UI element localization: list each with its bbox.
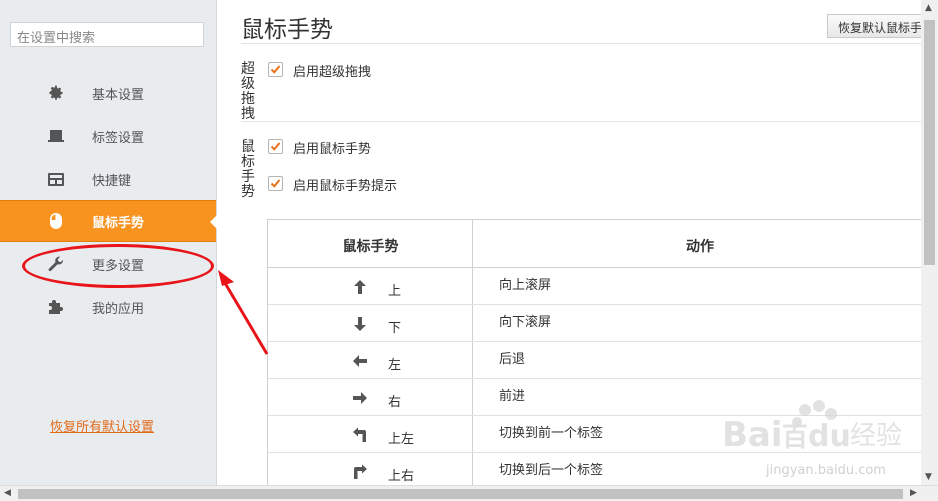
gesture-direction: 上右 (388, 469, 415, 484)
vertical-scrollbar-thumb[interactable] (924, 20, 935, 265)
gesture-direction: 右 (388, 395, 402, 410)
scroll-right-arrow-icon[interactable]: ▶ (910, 488, 917, 498)
divider (241, 121, 921, 122)
svg-text:经验: 经验 (850, 421, 902, 451)
gesture-action: 前进 (499, 389, 526, 404)
gesture-direction: 上 (388, 284, 402, 299)
gesture-direction: 上左 (388, 432, 415, 447)
divider (241, 43, 921, 44)
svg-text:Bai: Bai (722, 415, 783, 455)
settings-sidebar: 在设置中搜索 基本设置 标签设置 快捷键 鼠标手势 更多设置 我的应用 恢复所有… (0, 0, 217, 485)
gesture-action: 切换到后一个标签 (499, 463, 604, 478)
svg-text:百: 百 (782, 423, 808, 453)
section-label-mouse-gestures: 鼠标手势 (241, 139, 255, 200)
mouse-icon (47, 212, 65, 230)
gesture-hint-checkbox[interactable] (268, 176, 283, 191)
enable-gestures-checkbox-label: 启用鼠标手势 (293, 142, 372, 157)
sidebar-item-mouse-gestures[interactable]: 鼠标手势 (0, 200, 217, 242)
table-row[interactable]: 上 向上滚屏 (268, 268, 921, 305)
gesture-action: 后退 (499, 352, 526, 367)
sidebar-item-label: 鼠标手势 (92, 215, 145, 231)
page-title: 鼠标手势 (241, 17, 333, 43)
sidebar-item-label: 基本设置 (92, 87, 145, 103)
scroll-left-arrow-icon[interactable]: ◀ (4, 488, 11, 498)
table-header-row: 鼠标手势 动作 (268, 220, 921, 268)
gesture-action: 向上滚屏 (499, 278, 552, 293)
sidebar-item-basic-settings[interactable]: 基本设置 (0, 72, 216, 114)
annotation-arrow-icon (218, 270, 269, 355)
gesture-hint-checkbox-label: 启用鼠标手势提示 (293, 179, 398, 194)
sidebar-item-label: 我的应用 (92, 301, 145, 317)
arrow-up-right-icon (354, 464, 367, 479)
arrow-left-icon (353, 355, 367, 367)
arrow-down-icon (354, 317, 366, 331)
arrow-right-icon (353, 392, 367, 404)
gesture-direction: 下 (388, 321, 402, 336)
table-row[interactable]: 下 向下滚屏 (268, 305, 921, 342)
checkmark-icon (270, 65, 281, 74)
vertical-scrollbar[interactable]: ▲ ▼ (921, 0, 938, 485)
restore-default-gestures-button[interactable]: 恢复默认鼠标手 (827, 14, 921, 38)
sidebar-item-my-apps[interactable]: 我的应用 (0, 286, 216, 328)
super-drag-checkbox[interactable] (268, 62, 283, 77)
arrow-up-icon (354, 280, 366, 294)
tab-icon (47, 127, 65, 145)
settings-search-input[interactable]: 在设置中搜索 (10, 22, 204, 47)
restore-all-defaults-link[interactable]: 恢复所有默认设置 (50, 416, 154, 435)
horizontal-scrollbar[interactable]: ◀ ▶ (0, 485, 938, 501)
sidebar-item-label: 快捷键 (92, 173, 132, 189)
horizontal-scrollbar-thumb[interactable] (18, 489, 903, 499)
checkmark-icon (270, 142, 281, 151)
svg-text:jingyan.baidu.com: jingyan.baidu.com (765, 463, 886, 478)
sidebar-item-label: 标签设置 (92, 130, 145, 146)
column-header-action: 动作 (686, 239, 714, 255)
arrow-up-left-icon (353, 427, 366, 442)
keyboard-icon (47, 170, 65, 188)
checkmark-icon (270, 179, 281, 188)
gear-icon (47, 84, 65, 102)
sidebar-item-tab-settings[interactable]: 标签设置 (0, 115, 216, 157)
table-row[interactable]: 左 后退 (268, 342, 921, 379)
scroll-up-arrow-icon[interactable]: ▲ (925, 3, 932, 13)
annotation-ellipse (22, 244, 214, 288)
section-label-super-drag: 超级拖拽 (241, 61, 255, 122)
svg-text:du: du (808, 419, 851, 454)
super-drag-checkbox-label: 启用超级拖拽 (293, 65, 372, 80)
gesture-direction: 左 (388, 358, 402, 373)
puzzle-icon (47, 298, 65, 316)
enable-gestures-checkbox[interactable] (268, 139, 283, 154)
gesture-action: 向下滚屏 (499, 315, 552, 330)
sidebar-item-shortcuts[interactable]: 快捷键 (0, 158, 216, 200)
gesture-action: 切换到前一个标签 (499, 426, 604, 441)
baidu-jingyan-watermark: Bai 百 du 经验 jingyan.baidu.com (722, 400, 902, 478)
scroll-down-arrow-icon[interactable]: ▼ (925, 472, 932, 482)
column-header-gesture: 鼠标手势 (342, 239, 399, 255)
